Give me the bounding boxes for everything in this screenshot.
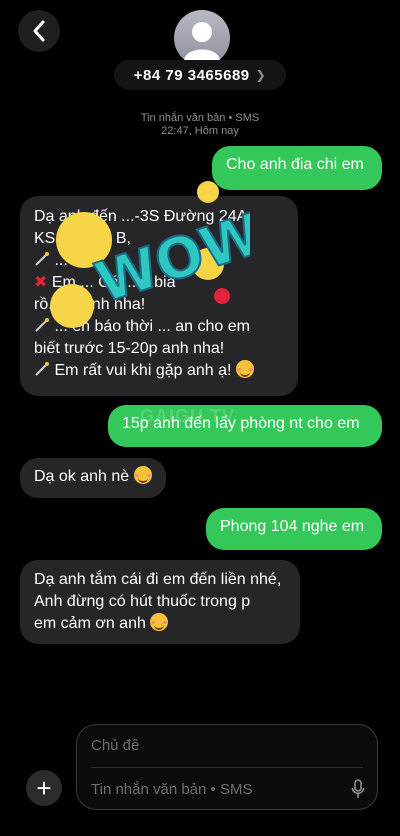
smiling-face-with-hearts-emoji xyxy=(133,466,152,484)
message-line: Dạ ok anh nè xyxy=(34,466,152,488)
conversation-timestamp: 22:47, Hôm nay xyxy=(161,125,239,137)
message-bubble-incoming[interactable]: Dạ anh đến ...-3S Đường 24A KS... Đông B… xyxy=(20,196,298,396)
message-line: ✖ Em ... Có ... u bia xyxy=(34,272,284,294)
contact-phone-pill[interactable]: +84 79 3465689 ❯ xyxy=(114,60,286,90)
message-text: Cho anh đia chi em xyxy=(226,156,364,173)
compose-divider xyxy=(91,767,363,768)
message-line: ... ến báo thời ... an cho em xyxy=(34,316,284,338)
message-bubble-outgoing[interactable]: Phong 104 nghe em xyxy=(206,508,382,550)
message-line: Em rất vui khi gặp anh ạ! xyxy=(34,360,284,382)
contact-avatar[interactable] xyxy=(174,10,230,66)
message-bubble-outgoing[interactable]: Cho anh đia chi em xyxy=(212,146,382,190)
message-line: KS... Đông B, xyxy=(34,230,131,247)
plus-icon: + xyxy=(36,773,52,803)
back-chevron-icon xyxy=(33,20,45,42)
message-line: rồ... hi anh nha! xyxy=(34,296,146,313)
smiling-face-with-hearts-emoji xyxy=(150,613,169,631)
message-line-text: ... ến báo thời ... an cho em xyxy=(54,318,250,335)
magic-wand-emoji xyxy=(35,362,49,376)
message-line-text: Em ... Có ... u bia xyxy=(51,274,176,291)
message-line: Dạ anh tắm cái đi em đến liền nhé, xyxy=(34,571,282,588)
watermark: GAIGU.TV xyxy=(140,406,236,426)
message-text: Phong 104 nghe em xyxy=(220,518,365,535)
red-cross-emoji: ✖ xyxy=(34,274,48,291)
message-bubble-incoming[interactable]: Dạ ok anh nè xyxy=(20,458,166,498)
message-line: ... ac... xyxy=(34,250,284,272)
subject-input[interactable]: Chủ đề xyxy=(91,737,139,754)
contact-phone-number: +84 79 3465689 xyxy=(133,66,250,84)
microphone-icon[interactable] xyxy=(351,779,365,799)
message-line: Anh đừng có hút thuốc trong p xyxy=(34,593,251,610)
message-line-text: Em rất vui khi gặp anh ạ! xyxy=(54,362,232,379)
message-line-text: em cảm ơn anh xyxy=(34,615,146,632)
smiling-face-with-hearts-emoji xyxy=(235,360,254,378)
message-line-text: ... ac... xyxy=(54,252,103,269)
message-bubble-incoming[interactable]: Dạ anh tắm cái đi em đến liền nhé, Anh đ… xyxy=(20,560,300,644)
chevron-right-icon: ❯ xyxy=(255,68,267,82)
message-line: Dạ anh đến ...-3S Đường 24A xyxy=(34,208,248,225)
add-attachment-button[interactable]: + xyxy=(26,770,62,806)
magic-wand-emoji xyxy=(35,318,49,332)
message-type-label: Tin nhắn văn bản • SMS xyxy=(140,112,260,124)
back-button[interactable] xyxy=(18,10,60,52)
contact-avatar-icon xyxy=(184,22,220,60)
message-line: biết trước 15-20p anh nha! xyxy=(34,340,225,357)
magic-wand-emoji xyxy=(35,252,49,266)
message-input[interactable]: Tin nhắn văn bản • SMS xyxy=(91,781,252,798)
message-line: em cảm ơn anh xyxy=(34,613,286,635)
message-text: Dạ ok anh nè xyxy=(34,468,130,485)
compose-box: Chủ đề Tin nhắn văn bản • SMS xyxy=(76,724,378,810)
